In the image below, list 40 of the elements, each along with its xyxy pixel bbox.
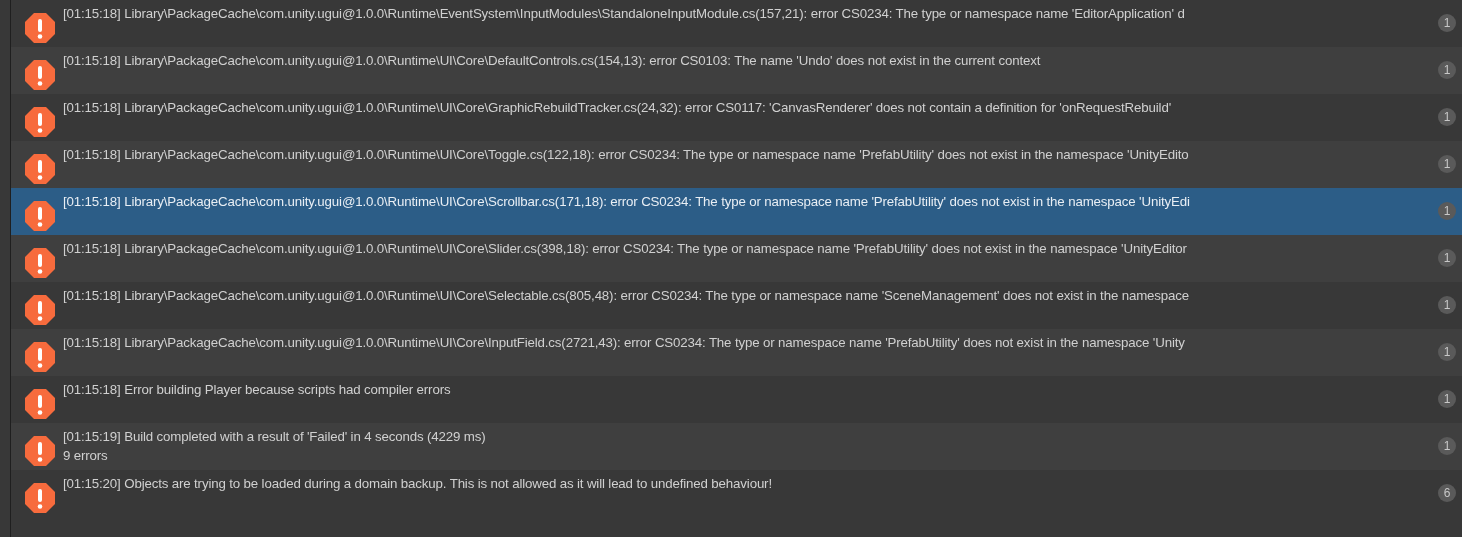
log-entry[interactable]: [01:15:18] Library\PackageCache\com.unity.ugui@1.0.0\Runtime\UI\Core\DefaultControls.cs(154,13): error CS0103: The name 'Undo' does not exist in the current context 1	[11, 47, 1462, 94]
error-icon	[24, 435, 56, 467]
error-icon	[24, 388, 56, 420]
count-badge: 1	[1438, 437, 1456, 455]
count-badge: 1	[1438, 296, 1456, 314]
count-badge: 1	[1438, 108, 1456, 126]
error-icon	[24, 153, 56, 185]
log-detail: 9 errors	[63, 447, 108, 465]
error-icon	[24, 59, 56, 91]
count-badge: 1	[1438, 14, 1456, 32]
log-message: [01:15:18] Library\PackageCache\com.unity.ugui@1.0.0\Runtime\UI\Core\Selectable.cs(805,48): error CS0234: The type or namespace name 'SceneManagement' does not exist in the namespace	[63, 287, 1190, 305]
count-badge: 1	[1438, 249, 1456, 267]
log-entry[interactable]: [01:15:19] Build completed with a result of 'Failed' in 4 seconds (4229 ms) 9 errors 1	[11, 423, 1462, 470]
log-message: [01:15:18] Library\PackageCache\com.unity.ugui@1.0.0\Runtime\UI\Core\Toggle.cs(122,18): error CS0234: The type or namespace name 'PrefabUtility' does not exist in the namespace 'UnityEdito	[63, 146, 1189, 164]
count-badge: 1	[1438, 343, 1456, 361]
log-message: [01:15:18] Library\PackageCache\com.unity.ugui@1.0.0\Runtime\UI\Core\Slider.cs(398,18): error CS0234: The type or namespace name 'PrefabUtility' does not exist in the namespace 'UnityEditor	[63, 240, 1187, 258]
count-badge: 1	[1438, 390, 1456, 408]
log-message: [01:15:18] Library\PackageCache\com.unity.ugui@1.0.0\Runtime\EventSystem\InputModules\StandaloneInputModule.cs(157,21): error CS0234: The type or namespace name 'EditorApplication' d	[63, 5, 1185, 23]
error-icon	[24, 106, 56, 138]
error-icon	[24, 12, 56, 44]
error-icon	[24, 294, 56, 326]
log-entry[interactable]: [01:15:18] Library\PackageCache\com.unity.ugui@1.0.0\Runtime\UI\Core\Slider.cs(398,18): error CS0234: The type or namespace name 'PrefabUtility' does not exist in the namespace 'UnityEditor 1	[11, 235, 1462, 282]
error-icon	[24, 341, 56, 373]
log-message: [01:15:20] Objects are trying to be loaded during a domain backup. This is not allowed as it will lead to undefined behaviour!	[63, 475, 772, 493]
log-message: [01:15:18] Error building Player because scripts had compiler errors	[63, 381, 451, 399]
log-message: [01:15:18] Library\PackageCache\com.unity.ugui@1.0.0\Runtime\UI\Core\GraphicRebuildTracker.cs(24,32): error CS0117: 'CanvasRenderer' does not contain a definition for 'onRequestRebuild'	[63, 99, 1172, 117]
count-badge: 6	[1438, 484, 1456, 502]
log-entry[interactable]: [01:15:18] Library\PackageCache\com.unity.ugui@1.0.0\Runtime\UI\Core\Scrollbar.cs(171,18): error CS0234: The type or namespace name 'PrefabUtility' does not exist in the namespace 'UnityEdi 1	[11, 188, 1462, 235]
error-icon	[24, 200, 56, 232]
count-badge: 1	[1438, 202, 1456, 220]
error-icon	[24, 247, 56, 279]
error-icon	[24, 482, 56, 514]
count-badge: 1	[1438, 61, 1456, 79]
log-entry[interactable]: [01:15:18] Library\PackageCache\com.unity.ugui@1.0.0\Runtime\UI\Core\Toggle.cs(122,18): error CS0234: The type or namespace name 'PrefabUtility' does not exist in the namespace 'UnityEdito 1	[11, 141, 1462, 188]
log-message: [01:15:18] Library\PackageCache\com.unity.ugui@1.0.0\Runtime\UI\Core\DefaultControls.cs(154,13): error CS0103: The name 'Undo' does not exist in the current context	[63, 52, 1041, 70]
log-entry[interactable]: [01:15:18] Library\PackageCache\com.unity.ugui@1.0.0\Runtime\UI\Core\InputField.cs(2721,43): error CS0234: The type or namespace name 'PrefabUtility' does not exist in the namespace 'Unity 1	[11, 329, 1462, 376]
log-message: [01:15:18] Library\PackageCache\com.unity.ugui@1.0.0\Runtime\UI\Core\Scrollbar.cs(171,18): error CS0234: The type or namespace name 'PrefabUtility' does not exist in the namespace 'UnityEdi	[63, 193, 1190, 211]
log-message: [01:15:19] Build completed with a result of 'Failed' in 4 seconds (4229 ms)	[63, 428, 486, 446]
log-message: [01:15:18] Library\PackageCache\com.unity.ugui@1.0.0\Runtime\UI\Core\InputField.cs(2721,43): error CS0234: The type or namespace name 'PrefabUtility' does not exist in the namespace 'Unity	[63, 334, 1185, 352]
count-badge: 1	[1438, 155, 1456, 173]
